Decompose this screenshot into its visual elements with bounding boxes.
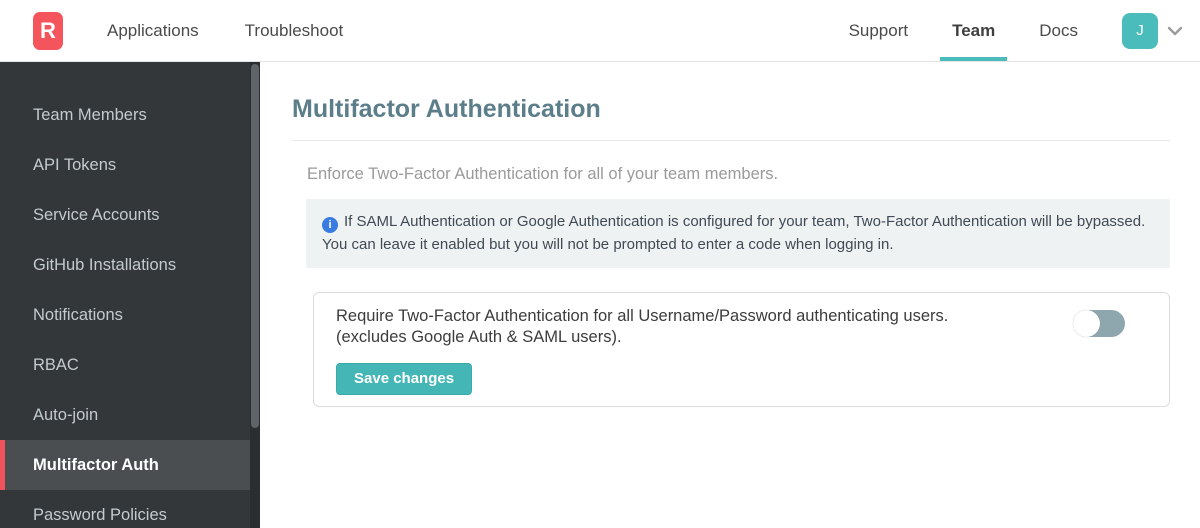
- secondary-nav: Support Team Docs J: [849, 0, 1200, 61]
- page-description: Enforce Two-Factor Authentication for al…: [307, 165, 779, 183]
- page-title: Multifactor Authentication: [292, 95, 601, 123]
- nav-item-troubleshoot[interactable]: Troubleshoot: [245, 0, 344, 61]
- settings-sidebar: Team Members API Tokens Service Accounts…: [0, 62, 260, 528]
- sidebar-item-team-members[interactable]: Team Members: [0, 90, 250, 140]
- sidebar-item-rbac[interactable]: RBAC: [0, 340, 250, 390]
- info-banner-text: If SAML Authentication or Google Authent…: [322, 213, 1146, 253]
- two-factor-toggle[interactable]: [1073, 310, 1125, 337]
- nav-item-applications[interactable]: Applications: [107, 0, 199, 61]
- sidebar-scrollbar-track[interactable]: [250, 62, 260, 528]
- chevron-down-icon[interactable]: [1164, 20, 1186, 42]
- setting-label-line2: (excludes Google Auth & SAML users).: [336, 327, 622, 346]
- avatar[interactable]: J: [1122, 12, 1158, 49]
- info-icon: i: [322, 217, 338, 234]
- sidebar-item-notifications[interactable]: Notifications: [0, 290, 250, 340]
- sidebar-item-password-policies[interactable]: Password Policies: [0, 490, 250, 528]
- info-banner: i If SAML Authentication or Google Authen…: [306, 199, 1170, 268]
- primary-nav: Applications Troubleshoot: [107, 0, 343, 61]
- rollbar-logo-icon[interactable]: R: [33, 11, 63, 50]
- nav-item-team[interactable]: Team: [940, 0, 1008, 61]
- sidebar-item-api-tokens[interactable]: API Tokens: [0, 140, 250, 190]
- user-menu[interactable]: J: [1122, 12, 1186, 49]
- setting-label-block: Require Two-Factor Authentication for al…: [336, 305, 1043, 395]
- sidebar-item-auto-join[interactable]: Auto-join: [0, 390, 250, 440]
- main-content: Multifactor Authentication Enforce Two-F…: [260, 62, 1200, 528]
- two-factor-setting-card: Require Two-Factor Authentication for al…: [313, 292, 1170, 407]
- sidebar-scrollbar-thumb[interactable]: [251, 64, 259, 428]
- sidebar-item-multifactor-auth[interactable]: Multifactor Auth: [0, 440, 250, 490]
- nav-item-support[interactable]: Support: [849, 0, 909, 61]
- toggle-knob[interactable]: [1073, 310, 1100, 337]
- top-navbar: R Applications Troubleshoot Support Team…: [0, 0, 1200, 62]
- sidebar-item-service-accounts[interactable]: Service Accounts: [0, 190, 250, 240]
- title-divider: [292, 140, 1170, 141]
- save-changes-button[interactable]: Save changes: [336, 363, 473, 395]
- sidebar-item-github-installations[interactable]: GitHub Installations: [0, 240, 250, 290]
- setting-label-line1: Require Two-Factor Authentication for al…: [336, 307, 949, 325]
- nav-item-docs[interactable]: Docs: [1039, 0, 1078, 61]
